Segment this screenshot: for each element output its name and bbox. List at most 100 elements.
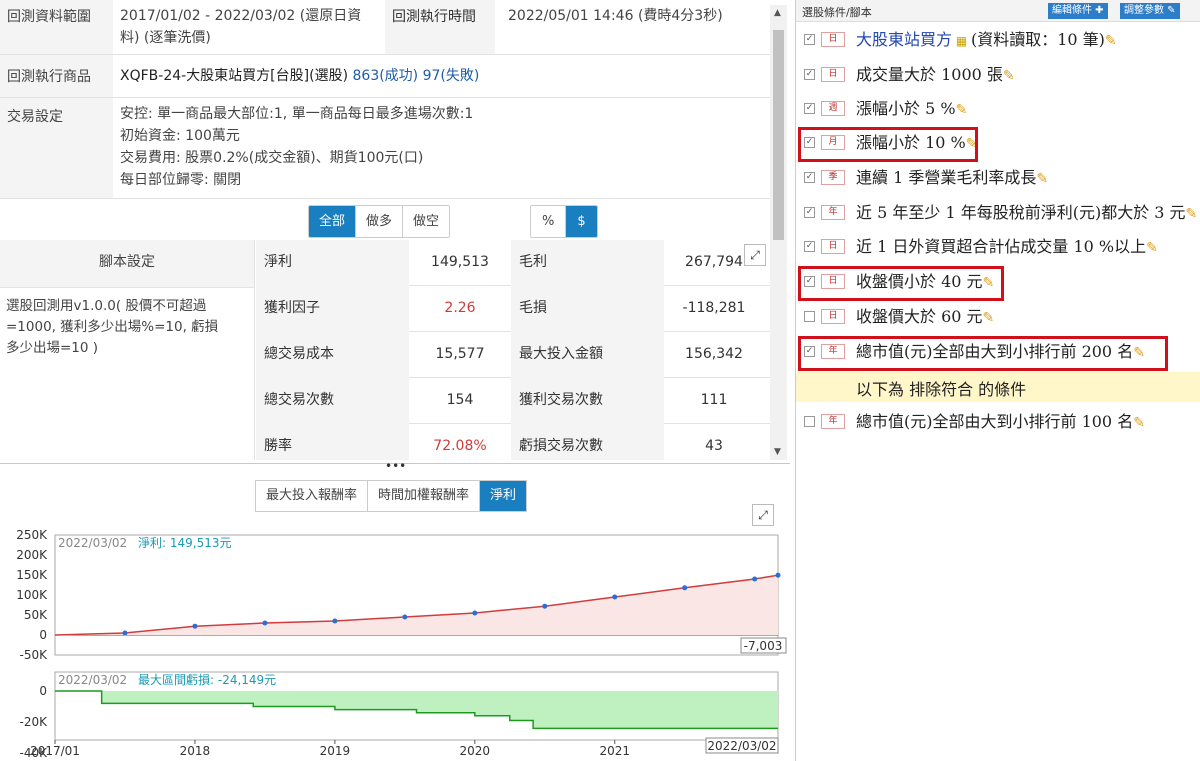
- y-tick-label: -20K: [20, 715, 49, 729]
- chart-date-label: 2022/03/02: [58, 673, 127, 687]
- profit-marker: [332, 618, 338, 624]
- exec-time-value: 2022/05/01 14:46 (費時4分3秒): [508, 8, 723, 24]
- profit-marker: [682, 585, 688, 591]
- highlight-box: [798, 336, 1168, 371]
- condition-checkbox[interactable]: ✓: [804, 103, 815, 114]
- trade-settings-row: 交易設定 安控: 單一商品最大部位:1, 單一商品每日最多進場次數:1 初始資金…: [0, 98, 770, 199]
- script-text: 選股回測用v1.0.0( 股價不可超過 =1000, 獲利多少出場%=10, 虧…: [6, 298, 219, 356]
- edit-pencil-icon[interactable]: ✎: [983, 310, 995, 326]
- highlight-box: [798, 127, 978, 162]
- product-value: XQFB-24-大股東站買方[台股](選股) 863(成功) 97(失敗): [120, 65, 479, 87]
- stat-row: 獲利因子 2.26 毛損 -118,281: [256, 286, 770, 332]
- edit-pencil-icon[interactable]: ✎: [1003, 68, 1015, 84]
- script-settings: 腳本設定 選股回測用v1.0.0( 股價不可超過 =1000, 獲利多少出場%=…: [0, 240, 255, 460]
- tab-max-investment-return[interactable]: 最大投入報酬率: [256, 481, 369, 511]
- drawdown-line: [55, 690, 778, 730]
- filter-all-button[interactable]: 全部: [309, 206, 357, 237]
- condition-text[interactable]: 總市值(元)全部由大到小排行前 100 名✎: [856, 410, 1145, 435]
- condition-checkbox[interactable]: ✓: [804, 241, 815, 252]
- last-value-label: -7,003: [744, 639, 783, 653]
- condition-checkbox[interactable]: ✓: [804, 172, 815, 183]
- unit-percent-button[interactable]: %: [531, 206, 567, 237]
- vertical-scrollbar[interactable]: ▲ ▼: [770, 5, 787, 460]
- condition-item[interactable]: ✓ 日近 1 日外資買超合計佔成交量 10 %以上✎: [796, 232, 1200, 262]
- condition-item[interactable]: ✓ 週漲幅小於 5 %✎: [796, 94, 1200, 124]
- period-badge: 季: [821, 170, 845, 185]
- scroll-thumb[interactable]: [773, 30, 784, 240]
- condition-text[interactable]: 成交量大於 1000 張✎: [856, 63, 1015, 88]
- stat-row: 勝率 72.08% 虧損交易次數 43: [256, 424, 770, 460]
- filter-short-button[interactable]: 做空: [403, 206, 450, 237]
- condition-text[interactable]: 近 5 年至少 1 年每股稅前淨利(元)都大於 3 元✎: [856, 201, 1197, 226]
- exclude-condition-item[interactable]: 年總市值(元)全部由大到小排行前 100 名✎: [796, 407, 1200, 437]
- period-badge: 週: [821, 101, 845, 116]
- condition-checkbox[interactable]: ✓: [804, 69, 815, 80]
- profit-marker: [472, 610, 478, 616]
- condition-name: 漲幅小於 5 %: [856, 99, 956, 118]
- expand-chart-icon[interactable]: ⤢: [752, 504, 774, 526]
- range-value: 2017/01/02 - 2022/03/02 (還原日資 料) (逐筆洗價): [120, 8, 362, 46]
- condition-text[interactable]: 漲幅小於 5 %✎: [856, 97, 967, 122]
- drag-handle-icon[interactable]: •••: [385, 460, 406, 472]
- edit-pencil-icon[interactable]: ✎: [1146, 240, 1158, 256]
- condition-item[interactable]: ✓ 季連續 1 季營業毛利率成長✎: [796, 163, 1200, 193]
- condition-item[interactable]: ✓ 日成交量大於 1000 張✎: [796, 60, 1200, 90]
- stat-label: 淨利: [256, 240, 409, 286]
- condition-text[interactable]: 連續 1 季營業毛利率成長✎: [856, 166, 1048, 191]
- drawdown-area: [55, 691, 778, 729]
- condition-panel: 選股條件/腳本 編輯條件 ✚ 調整參數 ✎ ✓ 日大股東站買方 ▦ (資料讀取：1…: [795, 0, 1200, 761]
- edit-pencil-icon[interactable]: ✎: [1036, 171, 1048, 187]
- backtest-panel: 回測資料範圍 2017/01/02 - 2022/03/02 (還原日資 料) …: [0, 0, 790, 761]
- edit-pencil-icon[interactable]: ✎: [1105, 33, 1117, 49]
- condition-name: 成交量大於 1000 張: [856, 65, 1003, 84]
- condition-text[interactable]: 大股東站買方 ▦ (資料讀取：10 筆)✎: [856, 28, 1117, 53]
- condition-name: 連續 1 季營業毛利率成長: [856, 168, 1037, 187]
- data-table-icon[interactable]: ▦: [952, 34, 971, 48]
- range-label: 回測資料範圍: [0, 0, 113, 54]
- condition-checkbox[interactable]: ✓: [804, 34, 815, 45]
- scroll-up-icon[interactable]: ▲: [774, 8, 781, 18]
- condition-checkbox[interactable]: [804, 416, 815, 427]
- profit-area: [55, 575, 778, 635]
- profit-marker: [542, 603, 548, 609]
- scroll-down-icon[interactable]: ▼: [774, 447, 781, 457]
- y-tick-label: 250K: [16, 528, 48, 542]
- unit-dollar-button[interactable]: $: [566, 206, 597, 237]
- profit-marker: [402, 614, 408, 620]
- condition-name: 近 5 年至少 1 年每股稅前淨利(元)都大於 3 元: [856, 203, 1186, 222]
- adjust-params-button[interactable]: 調整參數 ✎: [1120, 3, 1180, 19]
- condition-checkbox[interactable]: [804, 311, 815, 322]
- script-header: 腳本設定: [0, 240, 254, 288]
- edit-pencil-icon[interactable]: ✎: [1186, 206, 1198, 222]
- condition-item[interactable]: ✓ 日大股東站買方 ▦ (資料讀取：10 筆)✎: [796, 25, 1200, 55]
- condition-item[interactable]: 日收盤價大於 60 元✎: [796, 302, 1200, 332]
- cursor-date-box: [705, 737, 779, 754]
- trade-line: 交易費用: 股票0.2%(成交金額)、期貨100元(口): [120, 150, 424, 166]
- expand-stats-icon[interactable]: ⤢: [744, 244, 766, 266]
- y-tick-label: 200K: [16, 548, 48, 562]
- exec-time-label: 回測執行時間: [385, 0, 495, 54]
- stat-label: 虧損交易次數: [511, 424, 664, 460]
- edit-pencil-icon[interactable]: ✎: [1133, 415, 1145, 431]
- stat-label: 總交易成本: [256, 332, 409, 378]
- y-tick-label: -50K: [20, 648, 49, 662]
- tab-net-profit[interactable]: 淨利: [480, 481, 527, 511]
- profit-marker: [752, 576, 758, 582]
- trade-line: 每日部位歸零: 關閉: [120, 172, 242, 188]
- stat-value: 111: [700, 392, 728, 408]
- condition-text[interactable]: 收盤價大於 60 元✎: [856, 305, 994, 330]
- stat-value: 2.26: [444, 300, 476, 316]
- condition-item[interactable]: ✓ 年近 5 年至少 1 年每股稅前淨利(元)都大於 3 元✎: [796, 198, 1200, 228]
- condition-checkbox[interactable]: ✓: [804, 207, 815, 218]
- edit-pencil-icon[interactable]: ✎: [956, 102, 968, 118]
- product-success-link[interactable]: 863(成功): [353, 68, 419, 84]
- condition-panel-title: 選股條件/腳本: [802, 6, 872, 19]
- tab-time-weighted-return[interactable]: 時間加權報酬率: [368, 481, 481, 511]
- chart-legend-value: 淨利: 149,513元: [138, 536, 231, 550]
- product-fail-link[interactable]: 97(失敗): [423, 68, 480, 84]
- direction-filter: 全部 做多 做空: [308, 205, 451, 238]
- condition-text[interactable]: 近 1 日外資買超合計佔成交量 10 %以上✎: [856, 235, 1158, 260]
- edit-conditions-button[interactable]: 編輯條件 ✚: [1048, 3, 1108, 19]
- stat-value: -118,281: [682, 300, 746, 316]
- filter-long-button[interactable]: 做多: [356, 206, 404, 237]
